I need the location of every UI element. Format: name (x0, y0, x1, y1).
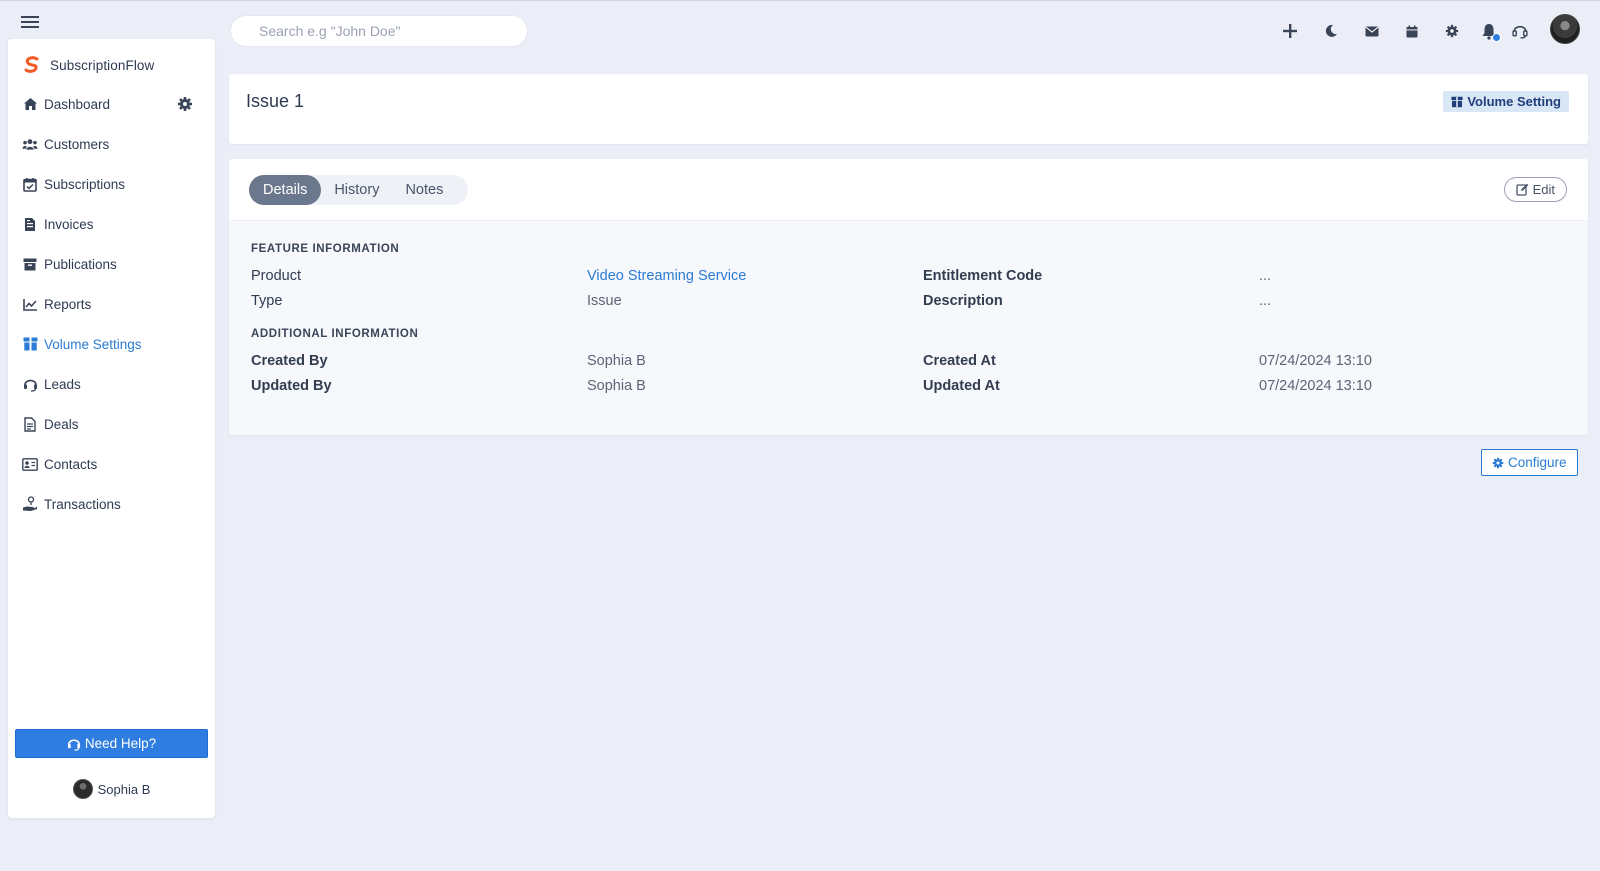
settings-gear-icon[interactable] (1440, 19, 1464, 43)
details-card: Details History Notes Edit FEATURE INFOR… (229, 159, 1588, 435)
avatar (72, 779, 93, 799)
title-card: Issue 1 Volume Setting (229, 74, 1588, 144)
archive-icon (22, 256, 38, 272)
entitlement-code-label: Entitlement Code (923, 268, 1043, 284)
dashboard-settings-gear-icon[interactable] (177, 96, 193, 112)
sidebar: SubscriptionFlow Dashboard Customers Sub… (8, 39, 215, 818)
sidebar-item-dashboard[interactable]: Dashboard (8, 84, 215, 124)
configure-label: Configure (1508, 455, 1567, 470)
feature-information-heading: FEATURE INFORMATION (251, 243, 400, 255)
tab-notes[interactable]: Notes (392, 175, 456, 205)
sidebar-item-label: Publications (44, 256, 117, 272)
sidebar-item-leads[interactable]: Leads (8, 364, 215, 404)
notification-badge (1492, 33, 1501, 42)
sidebar-item-label: Volume Settings (44, 336, 142, 352)
sidebar-item-contacts[interactable]: Contacts (8, 444, 215, 484)
additional-information-heading: ADDITIONAL INFORMATION (251, 328, 419, 340)
hand-coins-icon (22, 496, 38, 512)
add-icon[interactable] (1278, 19, 1302, 43)
calendar-check-icon (22, 176, 38, 192)
sidebar-item-volume-settings[interactable]: Volume Settings (8, 324, 215, 364)
document-icon (22, 416, 38, 432)
edit-label: Edit (1532, 182, 1555, 197)
description-value: ... (1259, 293, 1272, 309)
edit-icon (1515, 183, 1529, 196)
updated-at-value: 07/24/2024 13:10 (1259, 378, 1372, 394)
notifications-bell-icon[interactable] (1477, 19, 1501, 43)
created-at-value: 07/24/2024 13:10 (1259, 353, 1372, 369)
configure-button[interactable]: Configure (1481, 449, 1578, 476)
headset-icon (22, 376, 38, 392)
sidebar-item-subscriptions[interactable]: Subscriptions (8, 164, 215, 204)
details-header: Details History Notes Edit (229, 159, 1588, 221)
contact-card-icon (22, 456, 38, 472)
type-label: Type (251, 293, 283, 309)
sidebar-item-label: Leads (44, 376, 81, 392)
sidebar-item-label: Customers (44, 136, 110, 152)
updated-by-label: Updated By (251, 378, 332, 394)
gear-icon (1492, 457, 1504, 469)
type-value: Issue (587, 293, 622, 309)
calendar-icon[interactable] (1400, 19, 1424, 43)
user-avatar[interactable] (1550, 14, 1580, 44)
brand[interactable]: SubscriptionFlow (22, 55, 154, 75)
box-icon (1451, 96, 1463, 108)
sidebar-item-label: Contacts (44, 456, 98, 472)
tab-bar: Details History Notes (249, 175, 469, 205)
edit-button[interactable]: Edit (1503, 177, 1567, 202)
sidebar-item-label: Subscriptions (44, 176, 126, 192)
created-by-label: Created By (251, 353, 328, 369)
sidebar-item-label: Deals (44, 416, 79, 432)
sidebar-item-deals[interactable]: Deals (8, 404, 215, 444)
chart-line-icon (22, 296, 38, 312)
headset-icon (67, 737, 81, 751)
sidebar-item-label: Transactions (44, 496, 121, 512)
home-icon (22, 96, 38, 112)
menu-toggle-icon[interactable] (20, 13, 42, 31)
users-icon (22, 136, 38, 152)
volume-setting-button[interactable]: Volume Setting (1443, 91, 1569, 112)
sidebar-item-publications[interactable]: Publications (8, 244, 215, 284)
product-label: Product (251, 268, 301, 284)
sidebar-user[interactable]: Sophia B (8, 779, 215, 799)
sidebar-item-label: Dashboard (44, 96, 111, 112)
product-link[interactable]: Video Streaming Service (587, 268, 746, 284)
support-headset-icon[interactable] (1508, 19, 1532, 43)
tab-history[interactable]: History (321, 175, 392, 205)
created-by-value: Sophia B (587, 353, 646, 369)
brand-name: SubscriptionFlow (50, 57, 155, 73)
subscriptionflow-logo-icon (22, 55, 42, 75)
entitlement-code-value: ... (1259, 268, 1272, 284)
sidebar-item-label: Reports (44, 296, 92, 312)
box-icon (22, 336, 38, 352)
description-label: Description (923, 293, 1003, 309)
sidebar-item-label: Invoices (44, 216, 94, 232)
sidebar-item-invoices[interactable]: Invoices (8, 204, 215, 244)
page-title: Issue 1 (246, 91, 305, 111)
volume-setting-label: Volume Setting (1467, 94, 1561, 109)
updated-at-label: Updated At (923, 378, 1000, 394)
search-input[interactable] (230, 15, 528, 47)
invoice-icon (22, 216, 38, 232)
mail-icon[interactable] (1360, 19, 1384, 43)
sidebar-item-reports[interactable]: Reports (8, 284, 215, 324)
sidebar-item-customers[interactable]: Customers (8, 124, 215, 164)
created-at-label: Created At (923, 353, 996, 369)
user-name: Sophia B (97, 781, 151, 797)
updated-by-value: Sophia B (587, 378, 646, 394)
sidebar-nav: Dashboard Customers Subscriptions Invoic… (8, 84, 215, 524)
sidebar-item-transactions[interactable]: Transactions (8, 484, 215, 524)
need-help-label: Need Help? (84, 736, 157, 751)
need-help-button[interactable]: Need Help? (15, 729, 208, 758)
tab-details[interactable]: Details (249, 175, 322, 205)
dark-mode-moon-icon[interactable] (1319, 19, 1343, 43)
